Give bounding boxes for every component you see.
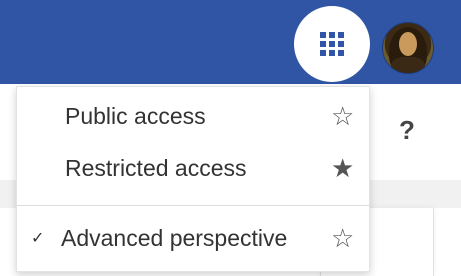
menu-item-label: Public access xyxy=(65,102,206,129)
menu-item-label: Restricted access xyxy=(65,154,247,181)
menu-item-label: Advanced perspective xyxy=(61,224,288,251)
menu-item-advanced-perspective[interactable]: ✓ Advanced perspective ☆ xyxy=(17,213,369,263)
star-outline-icon[interactable]: ☆ xyxy=(331,101,354,132)
grid-icon xyxy=(320,32,344,56)
help-icon[interactable]: ? xyxy=(397,115,417,146)
star-filled-icon[interactable]: ★ xyxy=(331,153,354,184)
check-icon: ✓ xyxy=(31,230,45,247)
avatar[interactable] xyxy=(382,22,434,74)
perspective-menu: Public access ☆ Restricted access ★ ✓ Ad… xyxy=(16,86,370,272)
menu-item-public-access[interactable]: Public access ☆ xyxy=(17,91,369,141)
top-bar xyxy=(0,0,461,84)
menu-item-restricted-access[interactable]: Restricted access ★ xyxy=(17,143,369,193)
star-outline-icon[interactable]: ☆ xyxy=(331,223,354,254)
apps-launcher-button[interactable] xyxy=(294,6,370,82)
menu-divider xyxy=(17,205,369,206)
